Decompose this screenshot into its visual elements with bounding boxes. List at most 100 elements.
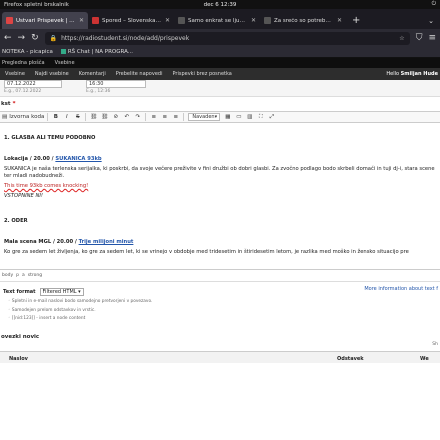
source-button[interactable]: ▤ Izvorna koda (2, 113, 49, 121)
format-select[interactable]: Navaden ▾ (188, 113, 221, 121)
tab-label: Za srečo so potrebni trije (274, 17, 334, 24)
column-header: Naslov (9, 356, 28, 362)
undo-icon[interactable]: ↶ (123, 113, 130, 121)
text-format-section: Text format Filtered HTML ▾ More informa… (0, 282, 440, 330)
fullscreen-icon[interactable]: ⛶ (257, 113, 264, 121)
tab-ustvari-prispevek[interactable]: Ustvari Prispevek | Radio ✕ (2, 12, 88, 29)
path-item[interactable]: strong (28, 273, 42, 278)
shortcut-vsebine[interactable]: Vsebine (0, 71, 30, 77)
time-input[interactable]: 16:30 (86, 80, 146, 88)
user-greeting: Hello Smiljan Hude (386, 71, 438, 77)
power-icon[interactable]: ⏻ (432, 1, 436, 8)
align-left-icon[interactable]: ≡ (150, 113, 157, 121)
bookmark-noteka[interactable]: NOTEKA - picapica (2, 49, 53, 55)
admin-shortcut-bar: Vsebine Najdi vsebine Komentarji Prebeli… (0, 68, 440, 80)
editor-content[interactable]: 1. GLASBA ALI TEMU PODOBNO Lokacija / 20… (0, 123, 440, 270)
related-news-section: ovezki novic Sh Naslov Odstavek We (0, 330, 440, 363)
lock-icon: 🔒 (49, 34, 58, 42)
address-bar[interactable]: 🔒 https://radiostudent.si/node/add/prisp… (44, 31, 410, 45)
strike-button[interactable]: S (74, 113, 81, 121)
back-icon[interactable]: ← (4, 33, 12, 43)
tekst-label: kst * (1, 101, 16, 107)
table-icon[interactable]: ▥ (246, 113, 253, 121)
tab-spored[interactable]: Spored – Slovenska kino ✕ (88, 12, 174, 29)
path-item[interactable]: body (2, 273, 13, 278)
date-input[interactable]: 07.12.2022 (4, 80, 62, 88)
close-icon[interactable]: ✕ (79, 17, 84, 24)
more-info-link[interactable]: More information about text f (364, 286, 438, 292)
tab-strip: Ustvari Prispevek | Radio ✕ Spored – Slo… (0, 9, 440, 29)
table-header: Naslov Odstavek We (0, 351, 440, 363)
section-heading: 1. GLASBA ALI TEMU PODOBNO (4, 135, 96, 141)
event-link[interactable]: SUKANICA 93kb (55, 156, 101, 162)
tab-samo-enkrat[interactable]: Samo enkrat se ljubi – SL ✕ (174, 12, 260, 29)
shield-icon[interactable]: ⛉ (416, 33, 423, 43)
image-icon[interactable]: ▦ (224, 113, 231, 121)
user-name[interactable]: Smiljan Hude (401, 71, 438, 77)
column-header: We (420, 356, 429, 362)
entry-note: VSTOPNINE NI! (4, 193, 43, 199)
path-item[interactable]: a (22, 273, 25, 278)
close-icon[interactable]: ✕ (165, 17, 170, 24)
unlink-icon[interactable]: ⛓ (101, 113, 108, 121)
link-icon[interactable]: ⛓ (90, 113, 97, 121)
path-item[interactable]: p (16, 273, 19, 278)
shortcut-komentarji[interactable]: Komentarji (74, 71, 111, 77)
clock[interactable]: dec 6 12:39 (204, 2, 237, 8)
toolbar-divider (145, 113, 147, 121)
favicon-icon (6, 17, 13, 24)
source-icon: ▤ (2, 114, 8, 120)
favicon-icon (264, 17, 271, 24)
element-path: body p a strong (0, 270, 440, 282)
tab-list-chevron-icon[interactable]: ⌄ (422, 12, 440, 29)
bookmark-star-icon[interactable]: ☆ (399, 35, 404, 42)
close-icon[interactable]: ✕ (337, 17, 342, 24)
admin-dashboard-link[interactable]: Pregledna plošča (2, 60, 45, 66)
reload-icon[interactable]: ↻ (31, 33, 39, 43)
time-hint: E.g., 12:36 (86, 89, 111, 94)
close-icon[interactable]: ✕ (251, 17, 256, 24)
bookmark-rs-chat[interactable]: RŠ Chat | NA PROGRA... (60, 49, 133, 55)
tab-za-sreco[interactable]: Za srečo so potrebni trije ✕ (260, 12, 346, 29)
format-tip: Samodejen prelom odstavkov in vrstic. (8, 307, 152, 316)
redo-icon[interactable]: ↷ (134, 113, 141, 121)
admin-top-menu: Pregledna plošča Vsebine (0, 58, 440, 68)
section-heading: 2. ODER (4, 218, 28, 224)
shortcut-napovedi[interactable]: Prebelite napovedi (111, 71, 168, 77)
date-hint: E.g., 07.12.2022 (4, 89, 42, 94)
anchor-icon[interactable]: ⊘ (112, 113, 119, 121)
format-tip: Spletni in e-mail naslovi bodo samodejno… (8, 298, 152, 307)
location-line: Lokacija / 20.00 / SUKANICA 93kb (4, 156, 102, 162)
format-tip: [[nid:123]] - insert a node content (8, 315, 152, 324)
align-center-icon[interactable]: ≡ (161, 113, 168, 121)
tagline: This time 93kb comes knocking! (4, 183, 89, 189)
system-top-bar: Firefox spletni brskalnik dec 6 12:39 ⏻ (0, 0, 440, 9)
shortcut-brez-posnetka[interactable]: Prispevki brez posnetka (167, 71, 236, 77)
editor-toolbar: ▤ Izvorna koda B I S ⛓ ⛓ ⊘ ↶ ↷ ≡ ≡ ≡ Nava… (0, 111, 440, 123)
text-format-row: Text format Filtered HTML ▾ (3, 288, 84, 296)
bookmarks-bar: NOTEKA - picapica RŠ Chat | NA PROGRA... (0, 47, 440, 58)
location-line: Mala scena MGL / 20.00 / Trije milijoni … (4, 239, 134, 245)
section-title: ovezki novic (1, 334, 40, 340)
tab-label: Ustvari Prispevek | Radio (16, 17, 76, 24)
tab-label: Samo enkrat se ljubi – SL (188, 17, 248, 24)
bold-button[interactable]: B (52, 113, 59, 121)
align-right-icon[interactable]: ≡ (172, 113, 179, 121)
toolbar-divider (85, 113, 87, 121)
italic-button[interactable]: I (63, 113, 70, 121)
date-fields: 07.12.2022 E.g., 07.12.2022 16:30 E.g., … (0, 80, 440, 97)
shortcut-najdi-vsebine[interactable]: Najdi vsebine (30, 71, 74, 77)
text-format-select[interactable]: Filtered HTML ▾ (39, 288, 84, 296)
chevron-down-icon: ▾ (214, 114, 218, 120)
embed-icon[interactable]: ▭ (235, 113, 242, 121)
event-description: SUKANICA je naša terlenska serijalka, ki… (4, 166, 435, 179)
toolbar-divider (183, 113, 185, 121)
show-toggle[interactable]: Sh (432, 342, 438, 347)
forward-icon[interactable]: → (18, 33, 26, 43)
event-link[interactable]: Trije milijoni minut (79, 239, 134, 245)
menu-icon[interactable]: ≡ (428, 33, 436, 43)
app-menu[interactable]: Firefox spletni brskalnik (4, 2, 69, 8)
maximize-icon[interactable]: ⤢ (268, 113, 275, 121)
new-tab-button[interactable]: + (346, 12, 366, 29)
admin-content-link[interactable]: Vsebine (55, 60, 75, 66)
